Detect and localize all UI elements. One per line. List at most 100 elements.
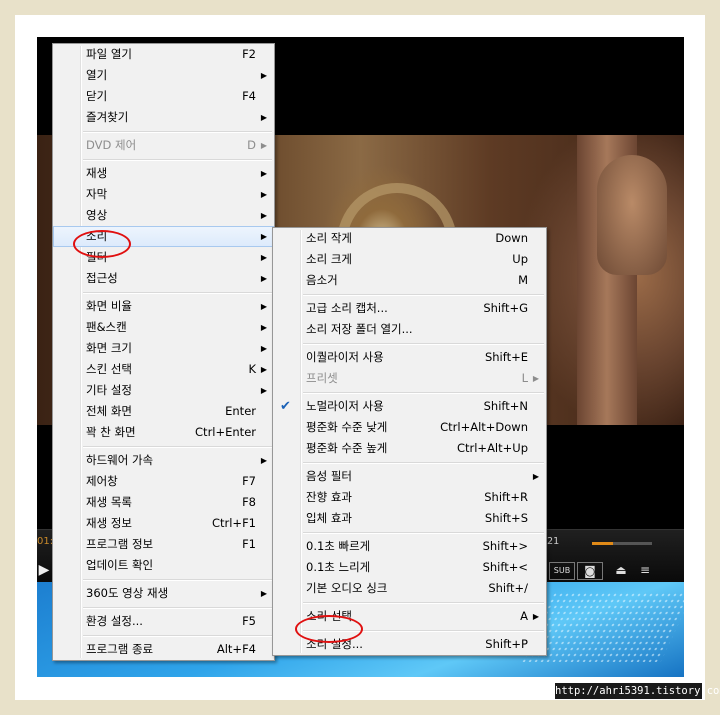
main-menu-item-label: 꽉 찬 화면 — [86, 425, 136, 439]
owl-statue — [597, 155, 667, 275]
submenu-arrow-icon: ▶ — [260, 113, 267, 122]
main-menu-item-label: 재생 정보 — [86, 516, 132, 530]
main-menu-item[interactable]: 재생 정보 Ctrl+F1 — [53, 513, 274, 534]
main-menu-item-shortcut: Ctrl+F1 — [211, 516, 256, 530]
sound-menu-item-shortcut: Shift+< — [482, 560, 528, 574]
sound-menu-item[interactable]: 음성 필터 ▶ — [273, 466, 546, 487]
main-menu-item[interactable]: 꽉 찬 화면 Ctrl+Enter — [53, 422, 274, 443]
main-menu-item[interactable]: 파일 열기 F2 — [53, 44, 274, 65]
main-menu-item-label: 소리 — [86, 229, 108, 243]
main-menu-item[interactable]: 360도 영상 재생 ▶ — [53, 583, 274, 604]
submenu-arrow-icon: ▶ — [260, 365, 267, 374]
main-menu-item[interactable]: 화면 비율 ▶ — [53, 296, 274, 317]
menu-separator — [273, 529, 546, 536]
menu-icon[interactable]: ≡ — [637, 562, 653, 578]
main-menu-item-label: 자막 — [86, 187, 108, 201]
sound-menu-item-shortcut: A — [520, 609, 528, 623]
sound-menu-item[interactable]: 평준화 수준 높게 Ctrl+Alt+Up — [273, 438, 546, 459]
main-menu-item[interactable]: 화면 크기 ▶ — [53, 338, 274, 359]
main-menu-item-label: 파일 열기 — [86, 47, 132, 61]
sound-menu-item[interactable]: 0.1초 느리게 Shift+< — [273, 557, 546, 578]
main-menu-item[interactable]: DVD 제어 D ▶ — [53, 135, 274, 156]
main-menu-item-label: 재생 목록 — [86, 495, 132, 509]
sound-menu-item[interactable]: 프리셋 L ▶ — [273, 368, 546, 389]
volume-slider[interactable] — [592, 542, 652, 545]
main-menu-item-shortcut: F5 — [242, 614, 256, 628]
sound-menu-item-shortcut: Shift+P — [485, 637, 528, 651]
eject-icon[interactable]: ⏏ — [613, 562, 629, 578]
menu-separator — [53, 576, 274, 583]
main-menu-item[interactable]: 소리 ▶ — [53, 226, 274, 247]
play-icon[interactable]: ▶ — [37, 562, 51, 578]
volume-slider-fill — [592, 542, 613, 545]
main-menu-item[interactable]: 즐겨찾기 ▶ — [53, 107, 274, 128]
main-menu-item[interactable]: 재생 목록 F8 — [53, 492, 274, 513]
main-menu-item[interactable]: 재생 ▶ — [53, 163, 274, 184]
main-menu-item-shortcut: Enter — [225, 404, 256, 418]
main-menu-item[interactable]: 환경 설정... F5 — [53, 611, 274, 632]
menu-separator — [53, 156, 274, 163]
sound-menu-item[interactable]: 잔향 효과 Shift+R — [273, 487, 546, 508]
main-menu-item[interactable]: 프로그램 정보 F1 — [53, 534, 274, 555]
main-menu-item-label: 전체 화면 — [86, 404, 132, 418]
sound-menu-item-shortcut: L — [521, 371, 528, 385]
main-menu-item[interactable]: 영상 ▶ — [53, 205, 274, 226]
submenu-arrow-icon: ▶ — [260, 211, 267, 220]
menu-separator — [53, 632, 274, 639]
submenu-arrow-icon: ▶ — [532, 374, 539, 383]
sound-menu-item-label: 0.1초 빠르게 — [306, 539, 371, 553]
sound-menu-item[interactable]: 소리 설정... Shift+P — [273, 634, 546, 655]
main-menu-item-label: 프로그램 정보 — [86, 537, 154, 551]
main-menu-item[interactable]: 팬&스캔 ▶ — [53, 317, 274, 338]
sound-menu-item-shortcut: Shift+S — [484, 511, 528, 525]
main-menu-item[interactable]: 프로그램 종료 Alt+F4 — [53, 639, 274, 660]
main-menu-item-label: 프로그램 종료 — [86, 642, 154, 656]
menu-separator — [273, 627, 546, 634]
sound-menu-item-label: 입체 효과 — [306, 511, 352, 525]
main-menu-item-label: 제어창 — [86, 474, 118, 488]
sound-menu-item[interactable]: 기본 오디오 싱크 Shift+/ — [273, 578, 546, 599]
submenu-arrow-icon: ▶ — [260, 232, 267, 241]
main-menu-item[interactable]: 제어창 F7 — [53, 471, 274, 492]
main-menu-item[interactable]: 전체 화면 Enter — [53, 401, 274, 422]
sound-menu-item[interactable]: 소리 선택 A ▶ — [273, 606, 546, 627]
main-menu-item[interactable]: 자막 ▶ — [53, 184, 274, 205]
sound-menu-item-label: 평준화 수준 낮게 — [306, 420, 388, 434]
main-menu-item-shortcut: K — [248, 362, 256, 376]
sound-menu-item[interactable]: 평준화 수준 낮게 Ctrl+Alt+Down — [273, 417, 546, 438]
sound-menu-item[interactable]: 입체 효과 Shift+S — [273, 508, 546, 529]
sound-menu-item-label: 평준화 수준 높게 — [306, 441, 388, 455]
main-menu-item[interactable]: 스킨 선택 K ▶ — [53, 359, 274, 380]
sound-menu-item[interactable]: 고급 소리 캡처... Shift+G — [273, 298, 546, 319]
main-menu-item[interactable]: 열기 ▶ — [53, 65, 274, 86]
sound-menu-item-shortcut: Ctrl+Alt+Up — [456, 441, 528, 455]
submenu-arrow-icon: ▶ — [260, 344, 267, 353]
main-menu-item[interactable]: 접근성 ▶ — [53, 268, 274, 289]
subtitle-button[interactable]: SUB — [549, 562, 575, 580]
main-menu-item-label: 접근성 — [86, 271, 118, 285]
sound-menu-item[interactable]: 소리 저장 폴더 열기... — [273, 319, 546, 340]
main-menu-item-label: 하드웨어 가속 — [86, 453, 154, 467]
main-menu-item[interactable]: 업데이트 확인 — [53, 555, 274, 576]
submenu-arrow-icon: ▶ — [260, 190, 267, 199]
main-menu-item-shortcut: D — [247, 138, 256, 152]
submenu-arrow-icon: ▶ — [260, 386, 267, 395]
sound-menu-item-shortcut: M — [518, 273, 528, 287]
main-menu-item[interactable]: 하드웨어 가속 ▶ — [53, 450, 274, 471]
sound-menu-item[interactable]: 이퀄라이저 사용 Shift+E — [273, 347, 546, 368]
main-menu-item-shortcut: F2 — [242, 47, 256, 61]
sound-menu-item[interactable]: 소리 크게 Up — [273, 249, 546, 270]
main-menu-item[interactable]: 필터 ▶ — [53, 247, 274, 268]
sound-menu-item[interactable]: ✔ 노멀라이저 사용 Shift+N — [273, 396, 546, 417]
camera-icon[interactable]: ◙ — [577, 562, 603, 580]
context-menu-sound: 소리 작게 Down 소리 크게 Up 음소거 M 고급 소리 캡처... Shift+G 소리… — [272, 227, 547, 656]
checkmark-icon: ✔ — [280, 399, 291, 414]
sound-menu-item-label: 소리 저장 폴더 열기... — [306, 322, 413, 336]
sound-menu-item[interactable]: 소리 작게 Down — [273, 228, 546, 249]
sound-menu-item[interactable]: 0.1초 빠르게 Shift+> — [273, 536, 546, 557]
sound-menu-item[interactable]: 음소거 M — [273, 270, 546, 291]
main-menu-item[interactable]: 기타 설정 ▶ — [53, 380, 274, 401]
sound-menu-item-shortcut: Shift+R — [484, 490, 528, 504]
main-menu-item[interactable]: 닫기 F4 — [53, 86, 274, 107]
main-menu-item-label: 환경 설정... — [86, 614, 143, 628]
